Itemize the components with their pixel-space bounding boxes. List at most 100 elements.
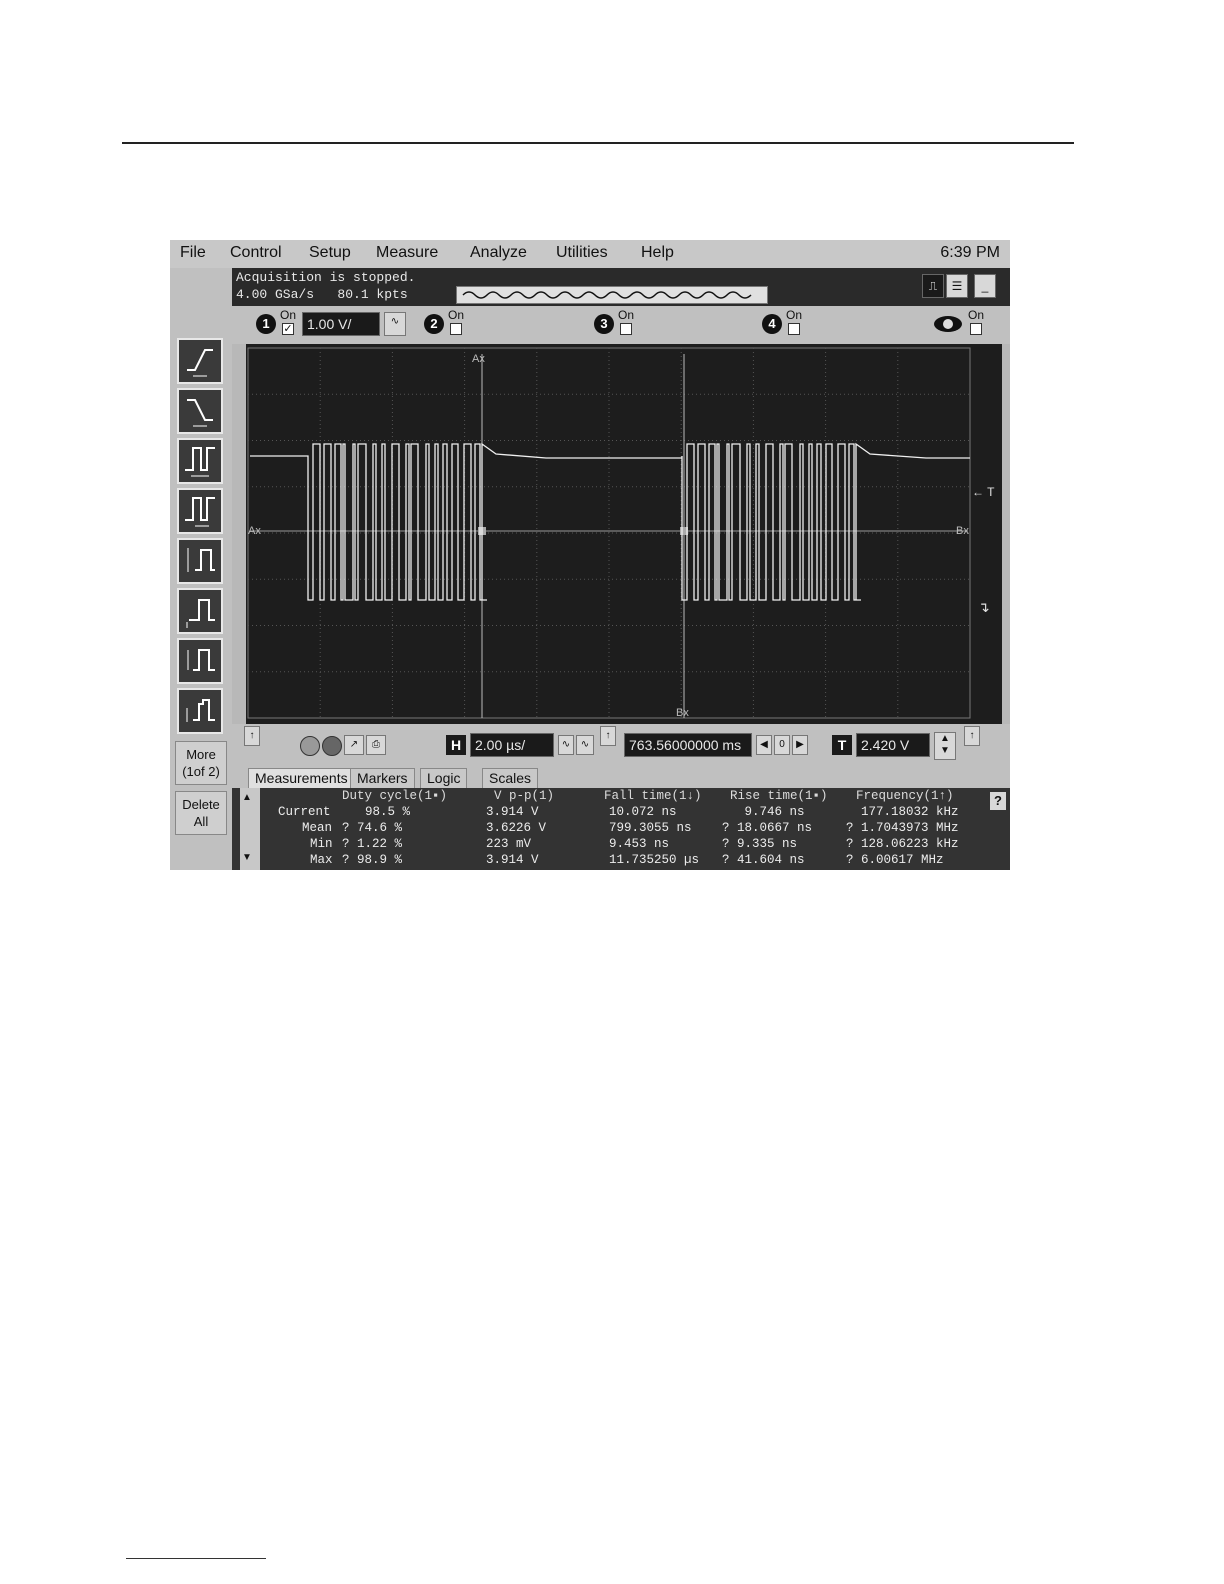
vmin-tool-button[interactable]	[177, 588, 223, 634]
panel-tabs: Measurements Markers Logic Scales	[232, 764, 1010, 788]
tab-logic[interactable]: Logic	[420, 768, 468, 788]
measurement-toolbar: More (1of 2) Delete All	[170, 268, 232, 870]
print-icon: ⎙	[372, 739, 380, 750]
help-button[interactable]: ?	[990, 792, 1006, 810]
timebase-fine-button[interactable]: ∿	[558, 735, 574, 755]
ground-reference-icon: ↴	[978, 600, 990, 616]
max-duty: ? 98.9 %	[342, 853, 403, 867]
menu-setup[interactable]: Setup	[309, 244, 351, 262]
menu-utilities[interactable]: Utilities	[556, 244, 608, 262]
marker-ax-left-label: Ax	[248, 525, 261, 537]
autoscale-icon: ↗	[349, 739, 359, 750]
timebase-control-bar: ↑ ↗ ⎙ H 2.00 µs/ ∿ ∿ ↑ 763.56000000 ms ◀…	[232, 724, 1010, 764]
channel-1-checkbox[interactable]: ✓	[282, 323, 294, 335]
channel-2-checkbox[interactable]	[450, 323, 462, 335]
arrow-up-icon: ↑	[605, 730, 611, 741]
delete-label: Delete	[182, 797, 220, 812]
max-rise: ? 41.604 ns	[722, 853, 805, 867]
scroll-up-center-button[interactable]: ↑	[600, 726, 616, 746]
vtop-icon	[186, 699, 215, 722]
run-indicator-icon[interactable]	[300, 736, 320, 756]
current-frequency: 177.18032 kHz	[846, 805, 959, 819]
more-label: More	[186, 747, 216, 762]
channel-3-checkbox[interactable]	[620, 323, 632, 335]
footnote-rule	[126, 1558, 266, 1559]
menu-control[interactable]: Control	[230, 244, 282, 262]
vpp-tool-button[interactable]	[177, 538, 223, 584]
channel-1-icon[interactable]: 1	[256, 314, 276, 334]
scroll-up-icon: ▲	[242, 792, 252, 803]
timebase-field[interactable]: 2.00 µs/	[470, 733, 554, 757]
vamplitude-tool-button[interactable]	[177, 638, 223, 684]
graticule: Ax Ax Bx Bx ← T ↴	[247, 347, 995, 719]
row-label-mean: Mean	[302, 821, 333, 835]
max-vpp: 3.914 V	[486, 853, 539, 867]
channel-1-scale-field[interactable]: 1.00 V/	[302, 312, 380, 336]
horizontal-icon[interactable]: H	[446, 735, 466, 755]
scroll-up-left-button[interactable]: ↑	[244, 726, 260, 746]
page-top-rule	[122, 142, 1074, 144]
more-button[interactable]: More (1of 2)	[175, 741, 227, 785]
menu-help[interactable]: Help	[641, 244, 674, 262]
sample-rate-readout: 4.00 GSa/s 80.1 kpts	[236, 287, 408, 302]
fall-time-tool-button[interactable]	[177, 388, 223, 434]
timebase-coarse-button[interactable]: ∿	[576, 735, 594, 755]
stop-indicator-icon[interactable]	[322, 736, 342, 756]
horizontal-position-field[interactable]: 763.56000000 ms	[624, 733, 752, 757]
row-label-min: Min	[310, 837, 333, 851]
row-label-current: Current	[278, 805, 331, 819]
measurements-panel: ▲ ▼ Duty cycle(1▪) V p-p(1) Fall time(1↓…	[232, 788, 1010, 870]
ac-dc-coupling-icon: ∿	[390, 316, 400, 327]
math-on-label: On	[968, 308, 985, 322]
frequency-tool-button[interactable]	[177, 488, 223, 534]
position-right-button[interactable]: ▶	[792, 735, 808, 755]
scroll-up-right-button[interactable]: ↑	[964, 726, 980, 746]
trigger-level-field[interactable]: 2.420 V	[856, 733, 930, 757]
channel-2-icon[interactable]: 2	[424, 314, 444, 334]
falling-edge-icon	[187, 399, 213, 427]
channel-3-on-label: On	[618, 308, 635, 322]
tab-measurements[interactable]: Measurements	[248, 768, 355, 788]
trigger-level-stepper[interactable]: ▲ ▼	[934, 732, 956, 760]
header-fall-time[interactable]: Fall time(1↓)	[604, 789, 702, 803]
mean-fall: 799.3055 ns	[594, 821, 692, 835]
measurements-scrollbar[interactable]: ▲ ▼	[240, 788, 260, 870]
period-tool-button[interactable]	[177, 438, 223, 484]
mouse-mode-button[interactable]: ☰	[946, 274, 968, 298]
menu-file[interactable]: File	[180, 244, 206, 262]
tab-scales[interactable]: Scales	[482, 768, 539, 788]
rise-time-tool-button[interactable]	[177, 338, 223, 384]
header-duty-cycle[interactable]: Duty cycle(1▪)	[342, 789, 447, 803]
question-icon: ?	[994, 793, 1002, 808]
math-function-icon[interactable]	[934, 316, 962, 332]
header-vpp[interactable]: V p-p(1)	[494, 789, 554, 803]
marker-ax-top-label: Ax	[472, 353, 485, 365]
vtop-tool-button[interactable]	[177, 688, 223, 734]
tab-markers[interactable]: Markers	[350, 768, 415, 788]
pulse-mode-button[interactable]: ⎍	[922, 274, 944, 298]
amplitude-icon	[187, 649, 215, 671]
minimize-button[interactable]: _	[974, 274, 996, 298]
marker-bx-right-label: Bx	[956, 525, 969, 537]
position-left-button[interactable]: ◀	[756, 735, 772, 755]
header-frequency[interactable]: Frequency(1↑)	[856, 789, 954, 803]
channel-1-coupling-button[interactable]: ∿	[384, 312, 406, 336]
delete-all-button[interactable]: Delete All	[175, 791, 227, 835]
trigger-icon[interactable]: T	[832, 735, 852, 755]
waveform-display[interactable]: Ax Ax Bx Bx ← T ↴	[246, 344, 1002, 724]
print-button[interactable]: ⎙	[366, 735, 386, 755]
channel-3-icon[interactable]: 3	[594, 314, 614, 334]
min-fall: 9.453 ns	[594, 837, 670, 851]
waveform-overview-bar[interactable]	[456, 286, 768, 304]
channel-4-icon[interactable]: 4	[762, 314, 782, 334]
autoscale-button[interactable]: ↗	[344, 735, 364, 755]
channel-4-checkbox[interactable]	[788, 323, 800, 335]
rising-edge-icon	[187, 349, 213, 377]
mean-vpp: 3.6226 V	[486, 821, 547, 835]
menu-measure[interactable]: Measure	[376, 244, 438, 262]
position-center-button[interactable]: 0	[774, 735, 790, 755]
menu-analyze[interactable]: Analyze	[470, 244, 527, 262]
header-rise-time[interactable]: Rise time(1▪)	[730, 789, 828, 803]
acquisition-status-bar: Acquisition is stopped. 4.00 GSa/s 80.1 …	[232, 268, 1010, 306]
math-checkbox[interactable]	[970, 323, 982, 335]
